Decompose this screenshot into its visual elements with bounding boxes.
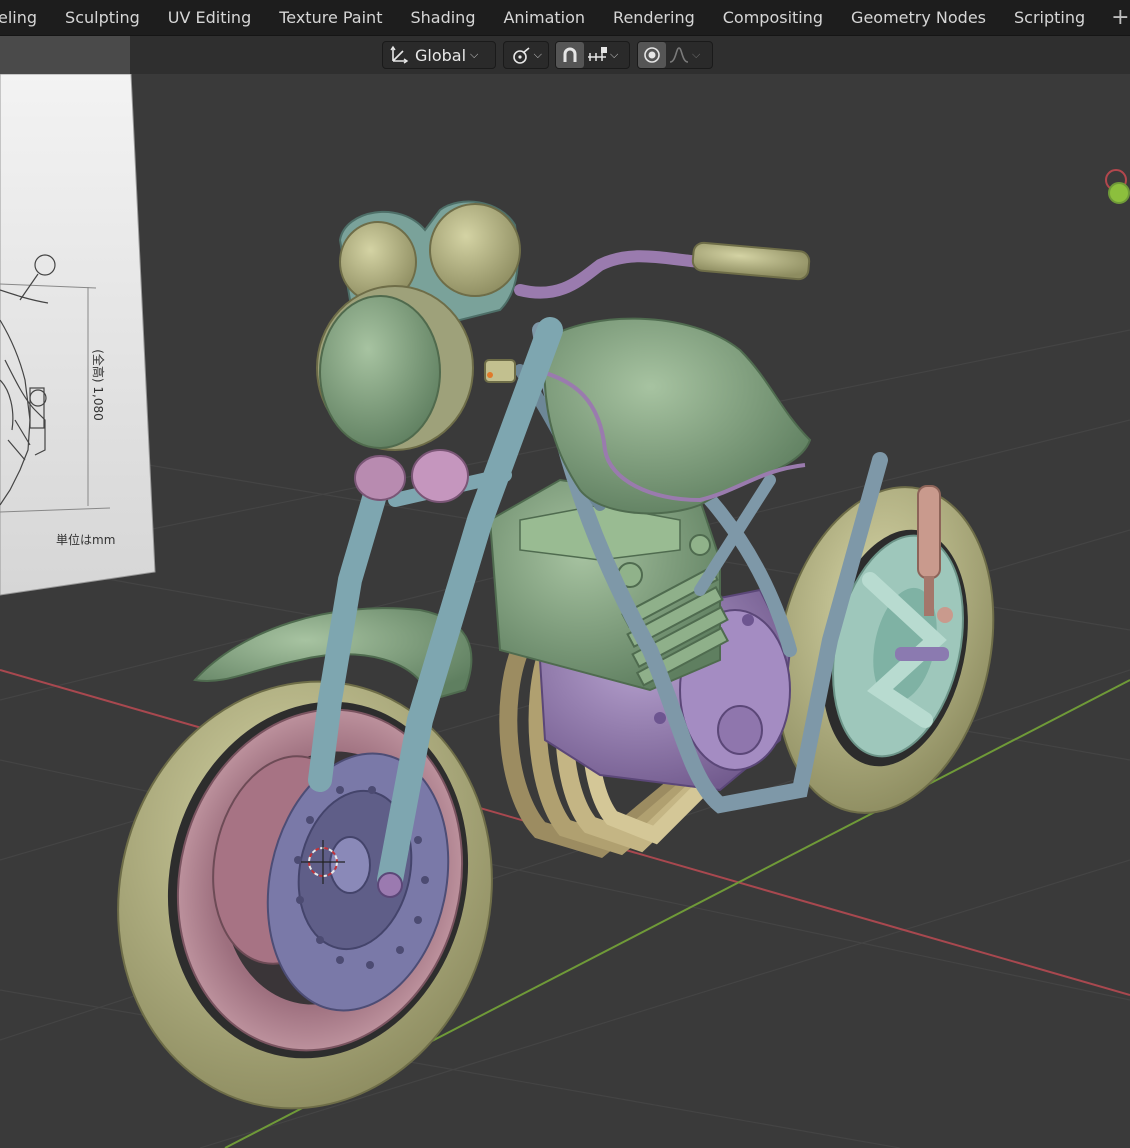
- tab-animation[interactable]: Animation: [489, 0, 599, 36]
- tab-scripting[interactable]: Scripting: [1000, 0, 1099, 36]
- transform-orientation-value: Global: [415, 45, 467, 65]
- add-workspace-button[interactable]: +: [1099, 0, 1130, 36]
- proportional-editing-icon[interactable]: [638, 42, 666, 68]
- tab-compositing[interactable]: Compositing: [709, 0, 837, 36]
- chevron-down-icon: ⌵: [533, 48, 542, 61]
- viewport-header: [130, 36, 1130, 74]
- snap-magnet-icon[interactable]: [556, 42, 584, 68]
- chevron-down-icon: ⌵: [692, 48, 701, 61]
- workspace-tab-bar: eling Sculpting UV Editing Texture Paint…: [0, 0, 1130, 36]
- tab-uv-editing[interactable]: UV Editing: [154, 0, 265, 36]
- tab-geometry-nodes[interactable]: Geometry Nodes: [837, 0, 1000, 36]
- tab-texture-paint[interactable]: Texture Paint: [265, 0, 396, 36]
- svg-text:(全高) 1,080: (全高) 1,080: [91, 349, 106, 421]
- pivot-point-icon: [508, 45, 534, 65]
- chevron-down-icon: ⌵: [470, 48, 479, 61]
- tab-modeling[interactable]: eling: [0, 0, 51, 36]
- headlight: [316, 285, 474, 451]
- snapping-group[interactable]: ⌵: [555, 41, 630, 69]
- chevron-down-icon: ⌵: [610, 48, 619, 61]
- tab-rendering[interactable]: Rendering: [599, 0, 709, 36]
- unit-label: 単位はmm: [56, 532, 115, 547]
- tab-shading[interactable]: Shading: [396, 0, 489, 36]
- proportional-editing-group[interactable]: ⌵: [637, 41, 713, 69]
- transform-orientation-icon: [383, 45, 415, 65]
- viewport-scene: (全高) 1,080 単位はmm: [0, 73, 1130, 1148]
- pivot-point-dropdown[interactable]: ⌵: [503, 41, 549, 69]
- motorcycle-model[interactable]: [73, 200, 1022, 1148]
- dimension-label: (全高) 1,080: [91, 349, 106, 421]
- 3d-viewport[interactable]: (全高) 1,080 単位はmm Global ⌵ ⌵ ⌵ ⌵: [0, 36, 1130, 1148]
- reference-image-edge: [0, 36, 130, 74]
- tab-sculpting[interactable]: Sculpting: [51, 0, 154, 36]
- handlebar: [514, 241, 811, 299]
- snap-increment-icon: [584, 45, 610, 65]
- falloff-curve-icon[interactable]: [666, 45, 692, 65]
- transform-orientation-dropdown[interactable]: Global ⌵: [382, 41, 496, 69]
- reference-image: (全高) 1,080 単位はmm: [0, 73, 156, 596]
- gizmo-y-icon[interactable]: [1108, 182, 1130, 204]
